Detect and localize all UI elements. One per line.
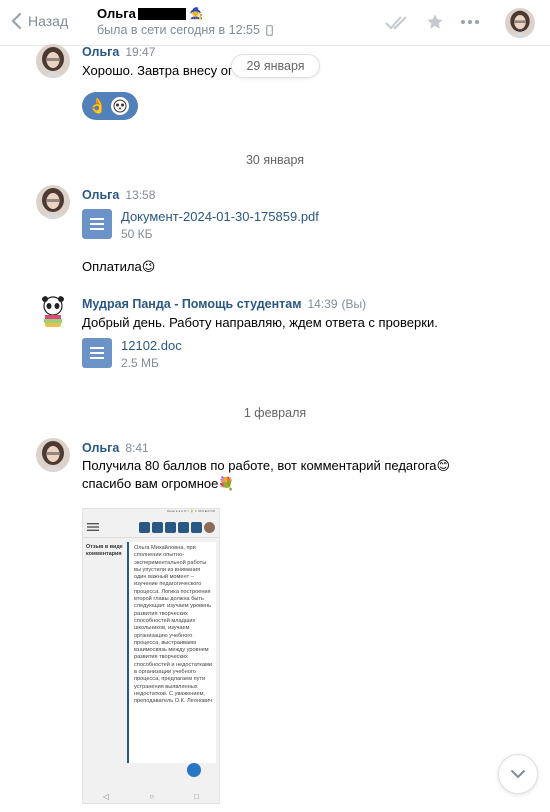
nav-recent-icon: □ (194, 791, 199, 801)
menu-icon (87, 523, 99, 531)
author-name[interactable]: Ольга (82, 441, 119, 455)
mobile-icon (266, 24, 273, 36)
app-icon (178, 521, 189, 533)
scroll-down-button[interactable] (498, 754, 538, 794)
nav-back-icon: ◁ (103, 791, 110, 801)
message-text: Добрый день. Работу направляю, ждем отве… (82, 315, 438, 330)
comment-body: Ольга Михайловна, при сполнении опытно- … (127, 542, 216, 763)
app-toolbar (83, 517, 219, 537)
message-time: 13:58 (125, 188, 156, 202)
avatar[interactable] (36, 438, 70, 472)
chevron-left-icon (11, 12, 22, 30)
avatar[interactable] (36, 185, 70, 219)
message-time: 19:47 (125, 45, 156, 59)
peer-status: была в сети сегодня в 12:55 (97, 23, 260, 37)
message-text: Хорошо. Завтра внесу ог (82, 63, 233, 78)
message-text: спасибо вам огромное💐 (82, 476, 235, 491)
status-bar: Меню ● ● ● ✉ ⚡ 🔋 ✶ 66% ■ 07:08 (166, 509, 215, 513)
message-header: Ольга 19:47 (82, 45, 155, 59)
message-header: Мудрая Панда - Помощь студентам 14:39 (В… (82, 297, 366, 311)
message-time: 14:39 (307, 297, 338, 311)
author-name[interactable]: Ольга (82, 45, 119, 59)
message-header: Ольга 8:41 (82, 441, 149, 455)
peer-info[interactable]: Ольга 🧙 была в сети сегодня в 12:55 (97, 6, 273, 37)
document-icon (82, 209, 112, 239)
chevron-down-icon (511, 770, 525, 779)
nav-home-icon: ○ (149, 791, 155, 801)
ok-hand-icon: 👌 (88, 98, 107, 115)
date-separator: 30 января (245, 153, 305, 167)
app-icon (139, 521, 150, 533)
message-text: Оплатила😉 (82, 259, 156, 274)
photo-attachment[interactable]: Меню ● ● ● ✉ ⚡ 🔋 ✶ 66% ■ 07:08 Отзыв в в… (82, 508, 220, 804)
double-check-icon[interactable] (384, 14, 410, 30)
redaction-bar (137, 7, 186, 20)
document-size: 50 КБ (121, 227, 153, 241)
peer-avatar[interactable] (505, 8, 535, 38)
emoji-icon: 🧙 (189, 8, 204, 20)
panda-avatar[interactable] (36, 294, 70, 328)
app-icon (152, 521, 163, 533)
panda-icon (110, 97, 129, 115)
floating-date: 29 января (231, 54, 320, 78)
reaction-badge[interactable]: 👌 (82, 92, 138, 120)
author-name[interactable]: Мудрая Панда - Помощь студентам (82, 297, 301, 311)
peer-name: Ольга (97, 6, 136, 21)
comment-text: Ольга Михайловна, при сполнении опытно- … (134, 545, 213, 705)
phone-nav-bar: ◁ ○ □ (83, 789, 219, 803)
app-icon (191, 521, 202, 533)
message-text: Получила 80 баллов по работе, вот коммен… (82, 458, 451, 473)
back-label: Назад (28, 13, 69, 29)
date-separator: 1 февраля (243, 406, 307, 420)
back-button[interactable]: Назад (10, 12, 68, 30)
document-attachment[interactable]: Документ-2024-01-30-175859.pdf 50 КБ (82, 209, 319, 241)
message-time: 8:41 (125, 441, 149, 455)
app-icon (165, 521, 176, 533)
avatar[interactable] (36, 44, 70, 78)
message-header: Ольга 13:58 (82, 188, 155, 202)
chat-fab-icon (187, 763, 201, 777)
avatar (204, 521, 215, 533)
author-name[interactable]: Ольга (82, 188, 119, 202)
self-marker: (Вы) (341, 297, 367, 311)
document-icon (82, 338, 112, 368)
document-attachment[interactable]: 12102.doc 2.5 МБ (82, 338, 182, 370)
chat-header: Назад Ольга 🧙 была в сети сегодня в 12:5… (0, 0, 550, 46)
comment-label: Отзыв в виде комментария (86, 544, 123, 557)
star-icon[interactable] (426, 13, 444, 31)
document-name[interactable]: Документ-2024-01-30-175859.pdf (121, 209, 319, 224)
more-icon[interactable] (460, 19, 480, 25)
document-name[interactable]: 12102.doc (121, 338, 182, 353)
document-size: 2.5 МБ (121, 356, 159, 370)
